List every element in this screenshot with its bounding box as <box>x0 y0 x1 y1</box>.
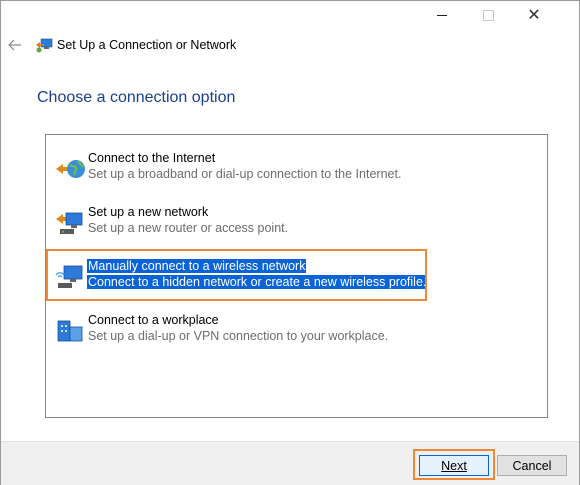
option-title: Connect to the Internet <box>88 151 216 165</box>
option-title: Set up a new network <box>88 205 209 219</box>
option-description: Set up a dial-up or VPN connection to yo… <box>88 329 389 343</box>
page-heading: Choose a connection option <box>37 89 236 106</box>
option-description: Set up a broadband or dial-up connection… <box>88 167 402 181</box>
close-icon: ✕ <box>527 7 541 24</box>
workplace-icon <box>57 320 83 342</box>
option-connect-internet[interactable]: Connect to the Internet Set up a broadba… <box>50 147 542 191</box>
option-new-network[interactable]: Set up a new network Set up a new router… <box>50 201 542 245</box>
back-button[interactable] <box>7 37 25 55</box>
cancel-button-label: Cancel <box>512 458 552 473</box>
minimize-icon <box>437 14 447 16</box>
router-icon <box>56 212 83 234</box>
internet-globe-icon <box>56 160 85 178</box>
next-button-highlight-frame <box>413 449 495 480</box>
window-title: Set Up a Connection or Network <box>57 38 237 52</box>
maximize-icon <box>482 9 494 21</box>
maximize-button <box>465 1 511 29</box>
option-title: Connect to a workplace <box>88 313 219 327</box>
option-workplace[interactable]: Connect to a workplace Set up a dial-up … <box>50 309 542 353</box>
selection-highlight-frame <box>46 249 427 301</box>
back-arrow-icon <box>8 39 21 51</box>
title-bar: ✕ <box>1 1 579 29</box>
close-button[interactable]: ✕ <box>511 1 557 29</box>
minimize-button[interactable] <box>419 1 465 29</box>
option-description: Set up a new router or access point. <box>88 221 289 235</box>
wizard-window: ✕ Set Up a Connection or Network Choose … <box>0 0 580 485</box>
network-wizard-icon <box>36 38 53 53</box>
cancel-button[interactable]: Cancel <box>497 455 567 476</box>
